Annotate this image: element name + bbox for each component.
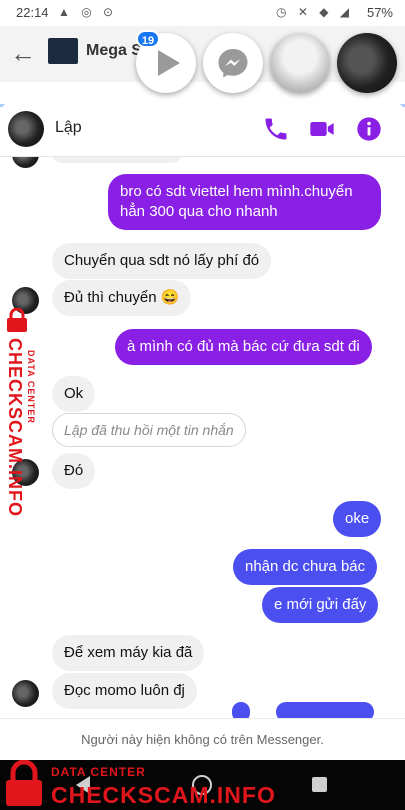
message-list[interactable]: bro có sdt viettel hem mình.chuyển hẳn 3… [0, 141, 405, 722]
message-bubble-incoming[interactable]: Đủ thì chuyển 😄 [52, 280, 192, 316]
message-bubble-outgoing[interactable]: à mình có đủ mà bác cứ đưa sdt đi [115, 329, 372, 365]
back-arrow-icon[interactable]: ← [10, 38, 36, 69]
person-chat-head[interactable] [270, 33, 330, 93]
watermark-text: CHECKSCAM.INFO [51, 782, 276, 808]
messenger-chat-head[interactable] [203, 33, 263, 93]
bottom-watermark: DATA CENTER CHECKSCAM.INFO [4, 760, 275, 810]
play-icon [158, 50, 180, 76]
battery-level: 57% [366, 5, 393, 20]
side-watermark: CHECKSCAM.INFO DATA CENTER [4, 308, 42, 517]
message-bubble-incoming[interactable]: Để xem máy kia đã [52, 635, 205, 671]
message-bubble-outgoing[interactable]: nhận dc chưa bác [233, 549, 378, 585]
contact-avatar[interactable] [8, 111, 44, 147]
recalled-message-notice: Lập đã thu hồi một tin nhắn [52, 413, 246, 447]
system-icons: ◷ ✕ ◆ ◢ [276, 5, 353, 19]
unavailable-notice: Người này hiện không có trên Messenger. [0, 718, 405, 760]
message-bubble-outgoing[interactable]: oke [333, 501, 382, 537]
group-title: Mega S [86, 42, 143, 59]
watermark-subtext: DATA CENTER [26, 350, 36, 424]
message-bubble-incoming[interactable]: Ok [52, 376, 96, 412]
unread-badge: 19 [136, 30, 160, 48]
group-thumbnail [48, 38, 78, 64]
chat-panel: Lập bro có sdt viettel hem mình.chuyển h… [0, 101, 405, 760]
watermark-text: CHECKSCAM.INFO [5, 338, 25, 517]
info-icon[interactable] [355, 115, 383, 143]
nav-recents-icon[interactable] [312, 777, 327, 792]
lock-icon [6, 760, 42, 806]
phone-icon[interactable] [262, 115, 290, 143]
watermark-subtext: DATA CENTER [51, 765, 146, 779]
contact-name[interactable]: Lập [55, 119, 82, 137]
sender-avatar [12, 680, 39, 707]
active-chat-head[interactable] [337, 33, 397, 93]
status-bar: 22:14 ▲ ◎ ⊙ ◷ ✕ ◆ ◢ 57% [0, 0, 405, 26]
message-bubble-incoming[interactable]: Đó [52, 453, 96, 489]
message-bubble-incoming[interactable]: Đọc momo luôn đj [52, 673, 197, 709]
message-bubble-outgoing[interactable]: e mới gửi đấy [262, 587, 379, 623]
status-time: 22:14 [16, 5, 49, 20]
conversation-header: Lập [0, 101, 405, 157]
lock-icon [7, 308, 27, 332]
notification-icons: ▲ ◎ ⊙ [58, 5, 118, 19]
video-camera-icon[interactable] [308, 115, 336, 143]
message-bubble-outgoing[interactable]: bro có sdt viettel hem mình.chuyển hẳn 3… [108, 174, 381, 230]
messenger-icon [218, 49, 248, 78]
message-bubble-incoming[interactable]: Chuyển qua sdt nó lấy phí đó [52, 243, 272, 279]
